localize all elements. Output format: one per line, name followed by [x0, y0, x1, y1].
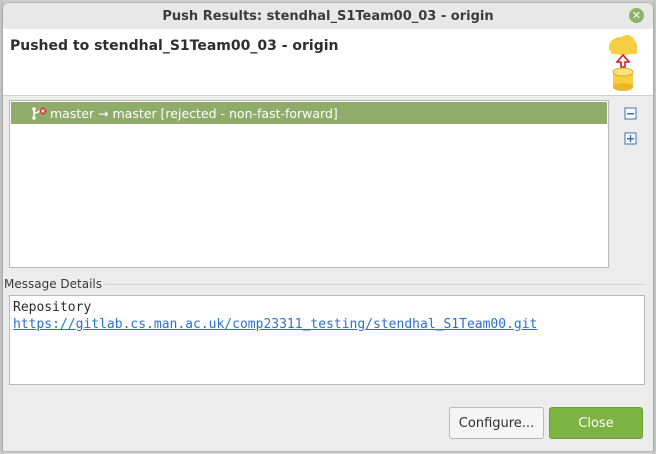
push-results-dialog: Push Results: stendhal_S1Team00_03 - ori… [3, 3, 653, 451]
dialog-header: Pushed to stendhal_S1Team00_03 - origin [3, 29, 653, 96]
title-bar: Push Results: stendhal_S1Team00_03 - ori… [3, 3, 653, 29]
collapse-all-icon[interactable] [624, 107, 638, 121]
result-row[interactable]: master → master [rejected - non-fast-for… [11, 102, 607, 124]
configure-button[interactable]: Configure... [449, 407, 544, 439]
window-title: Push Results: stendhal_S1Team00_03 - ori… [162, 8, 494, 24]
push-results-tree: master → master [rejected - non-fast-for… [9, 100, 609, 268]
repository-url-link[interactable]: https://gitlab.cs.man.ac.uk/comp23311_te… [13, 316, 644, 333]
message-details-label: Message Details [4, 277, 103, 291]
repository-label: Repository [13, 300, 92, 315]
push-cloud-database-icon [609, 35, 637, 91]
close-icon[interactable]: ✕ [629, 8, 644, 23]
close-button[interactable]: Close [549, 407, 643, 439]
message-details-box[interactable]: Repository https://gitlab.cs.man.ac.uk/c… [9, 295, 645, 385]
result-label: master → master [rejected - non-fast-for… [50, 105, 338, 121]
message-details-divider [105, 284, 645, 285]
rejected-branch-icon [31, 105, 47, 121]
expand-all-icon[interactable] [624, 132, 638, 146]
header-title: Pushed to stendhal_S1Team00_03 - origin [10, 38, 339, 54]
